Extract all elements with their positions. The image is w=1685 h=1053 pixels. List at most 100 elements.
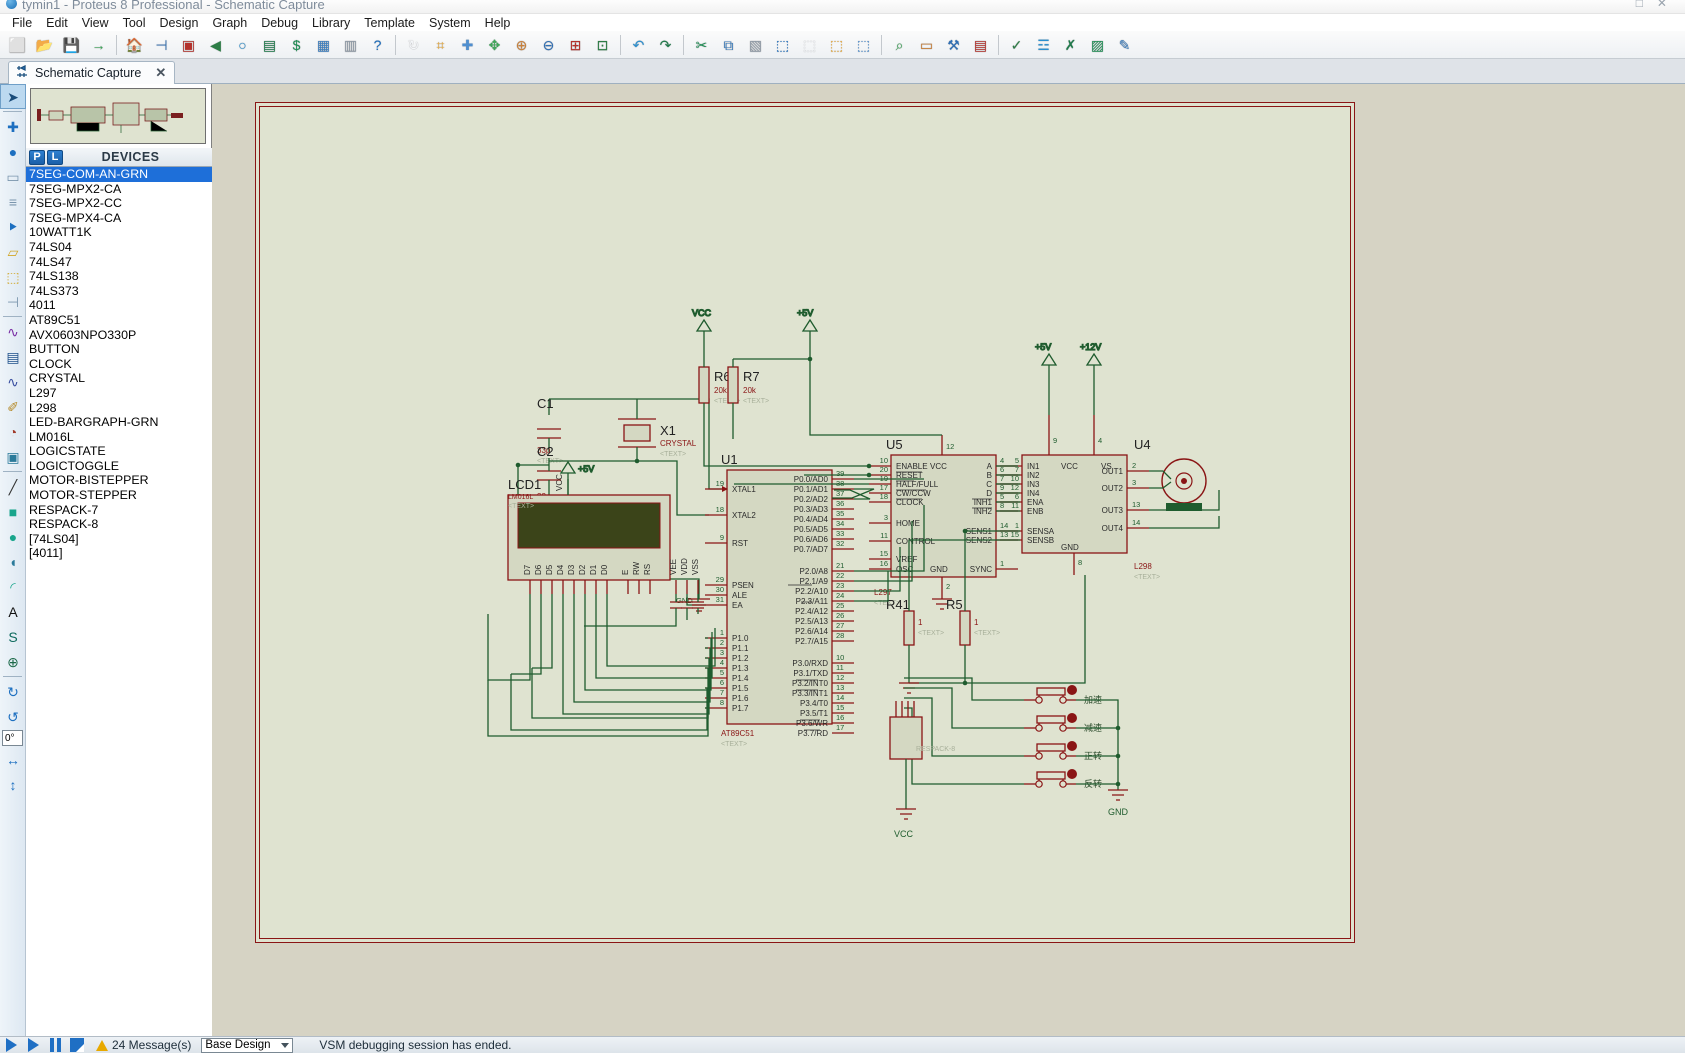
device-list-item[interactable]: 10WATT1K (26, 225, 212, 240)
device-list-item[interactable]: 7SEG-COM-AN-GRN (26, 167, 212, 182)
help-button[interactable]: ? (365, 33, 390, 57)
grid-toggle-button[interactable]: ⌗ (428, 33, 453, 57)
design-explorer-button[interactable]: $ (284, 33, 309, 57)
make-device-button[interactable]: ▭ (914, 33, 939, 57)
device-list-item[interactable]: [4011] (26, 546, 212, 561)
new-file-button[interactable]: ⬜ (5, 33, 30, 57)
pcb-layout-button[interactable]: ▣ (176, 33, 201, 57)
edit-properties-button[interactable]: ✎ (1112, 33, 1137, 57)
device-list-item[interactable]: 74LS04 (26, 240, 212, 255)
tab-schematic-capture[interactable]: Schematic Capture ✕ (8, 61, 176, 84)
pause-icon[interactable] (44, 1037, 66, 1053)
rotation-angle-field[interactable]: 0° (2, 730, 23, 746)
paste-button[interactable]: ▧ (743, 33, 768, 57)
device-list-item[interactable]: L298 (26, 401, 212, 416)
block-delete-button[interactable]: ⬚ (851, 33, 876, 57)
stop-icon[interactable] (66, 1037, 88, 1053)
zoom-area-button[interactable]: ⊡ (590, 33, 615, 57)
bus-mode[interactable]: ⯈ (0, 214, 26, 239)
open-file-button[interactable]: 📂 (32, 33, 57, 57)
device-list-item[interactable]: CRYSTAL (26, 371, 212, 386)
virtual-instruments-mode[interactable]: ▣ (0, 444, 26, 469)
step-icon[interactable] (22, 1037, 44, 1053)
design-selector[interactable]: Base Design (201, 1037, 294, 1053)
message-count[interactable]: 24 Message(s) (96, 1038, 191, 1052)
copy-button[interactable]: ⧉ (716, 33, 741, 57)
tape-recorder-mode[interactable]: ▤ (0, 344, 26, 369)
menu-item-tool[interactable]: Tool (116, 15, 153, 31)
annotate-button[interactable]: ▨ (1085, 33, 1110, 57)
device-list-item[interactable]: AVX0603NPO330P (26, 328, 212, 343)
mirror-vertical[interactable]: ↕ (0, 772, 26, 797)
bill-materials-2-button[interactable]: ☲ (1031, 33, 1056, 57)
device-list-item[interactable]: RESPACK-8 (26, 517, 212, 532)
subcircuit-mode[interactable]: ▱ (0, 239, 26, 264)
menu-item-template[interactable]: Template (357, 15, 422, 31)
device-list-item[interactable]: 74LS47 (26, 255, 212, 270)
device-list-item[interactable]: L297 (26, 386, 212, 401)
redo-button[interactable]: ↷ (653, 33, 678, 57)
devices-list[interactable]: 7SEG-COM-AN-GRN 7SEG-MPX2-CA 7SEG-MPX2-CC 7… (26, 167, 212, 1036)
origin-button[interactable]: ✚ (455, 33, 480, 57)
schematic-capture-button[interactable]: ⊣ (149, 33, 174, 57)
mirror-horizontal[interactable]: ↔ (0, 747, 26, 772)
menu-item-system[interactable]: System (422, 15, 478, 31)
2d-line-mode[interactable]: ╱ (0, 474, 26, 499)
device-list-item[interactable]: LOGICTOGGLE (26, 459, 212, 474)
library-button[interactable]: L (47, 149, 63, 165)
schematic-sheet[interactable]: .wire{stroke:#1f5c2e;stroke-width:1.3;fi… (255, 102, 1355, 943)
device-list-item[interactable]: 7SEG-MPX2-CC (26, 196, 212, 211)
play-icon[interactable] (0, 1037, 22, 1053)
menu-item-library[interactable]: Library (305, 15, 357, 31)
zoom-all-button[interactable]: ⊞ (563, 33, 588, 57)
device-list-item[interactable]: [74LS04] (26, 532, 212, 547)
rotate-clockwise[interactable]: ↻ (0, 679, 26, 704)
window-controls[interactable]: □✕ (1636, 0, 1681, 10)
voltage-probe-mode[interactable]: ✐ (0, 394, 26, 419)
device-list-item[interactable]: 7SEG-MPX2-CA (26, 182, 212, 197)
refresh-button[interactable]: ↻ (401, 33, 426, 57)
packaging-tool-button[interactable]: ⚒ (941, 33, 966, 57)
current-probe-mode[interactable]: ◔ (0, 419, 26, 444)
pick-device-button[interactable]: ⌕ (887, 33, 912, 57)
generator-mode[interactable]: ∿ (0, 369, 26, 394)
device-list-item[interactable]: MOTOR-STEPPER (26, 488, 212, 503)
save-file-button[interactable]: 💾 (59, 33, 84, 57)
delete-cross-button[interactable]: ✗ (1058, 33, 1083, 57)
device-list-item[interactable]: 74LS373 (26, 284, 212, 299)
home-page-button[interactable]: 🏠 (122, 33, 147, 57)
block-rotate-button[interactable]: ⬚ (824, 33, 849, 57)
menu-item-design[interactable]: Design (153, 15, 206, 31)
menu-item-edit[interactable]: Edit (39, 15, 75, 31)
device-list-item[interactable]: 4011 (26, 298, 212, 313)
project-clips-button[interactable]: ▦ (311, 33, 336, 57)
device-list-item[interactable]: LED-BARGRAPH-GRN (26, 415, 212, 430)
component-mode[interactable]: ✚ (0, 114, 26, 139)
2d-path-mode[interactable]: ◜ (0, 574, 26, 599)
device-list-item[interactable]: CLOCK (26, 357, 212, 372)
2d-circle-mode[interactable]: ● (0, 524, 26, 549)
simulation-button[interactable]: ○ (230, 33, 255, 57)
zoom-out-button[interactable]: ⊖ (536, 33, 561, 57)
menu-item-graph[interactable]: Graph (205, 15, 254, 31)
cut-button[interactable]: ✂ (689, 33, 714, 57)
undo-button[interactable]: ↶ (626, 33, 651, 57)
block-copy-button[interactable]: ⬚ (770, 33, 795, 57)
device-list-item[interactable]: 7SEG-MPX4-CA (26, 211, 212, 226)
graph-mode[interactable]: ∿ (0, 319, 26, 344)
3d-visualizer-button[interactable]: ◀ (203, 33, 228, 57)
device-list-item[interactable]: LM016L (26, 430, 212, 445)
close-icon[interactable]: ✕ (155, 65, 166, 81)
wire-label-mode[interactable]: ▭ (0, 164, 26, 189)
menu-item-file[interactable]: File (5, 15, 39, 31)
block-move-button[interactable]: ⬚ (797, 33, 822, 57)
zoom-in-button[interactable]: ⊕ (509, 33, 534, 57)
2d-symbol-mode[interactable]: S (0, 624, 26, 649)
pan-button[interactable]: ✥ (482, 33, 507, 57)
pick-devices-button[interactable]: P (29, 149, 45, 165)
report-button[interactable]: ▥ (338, 33, 363, 57)
terminals-mode[interactable]: ⬚ (0, 264, 26, 289)
device-list-item[interactable]: RESPACK-7 (26, 503, 212, 518)
2d-markers-mode[interactable]: ⊕ (0, 649, 26, 674)
device-list-item[interactable]: MOTOR-BISTEPPER (26, 473, 212, 488)
